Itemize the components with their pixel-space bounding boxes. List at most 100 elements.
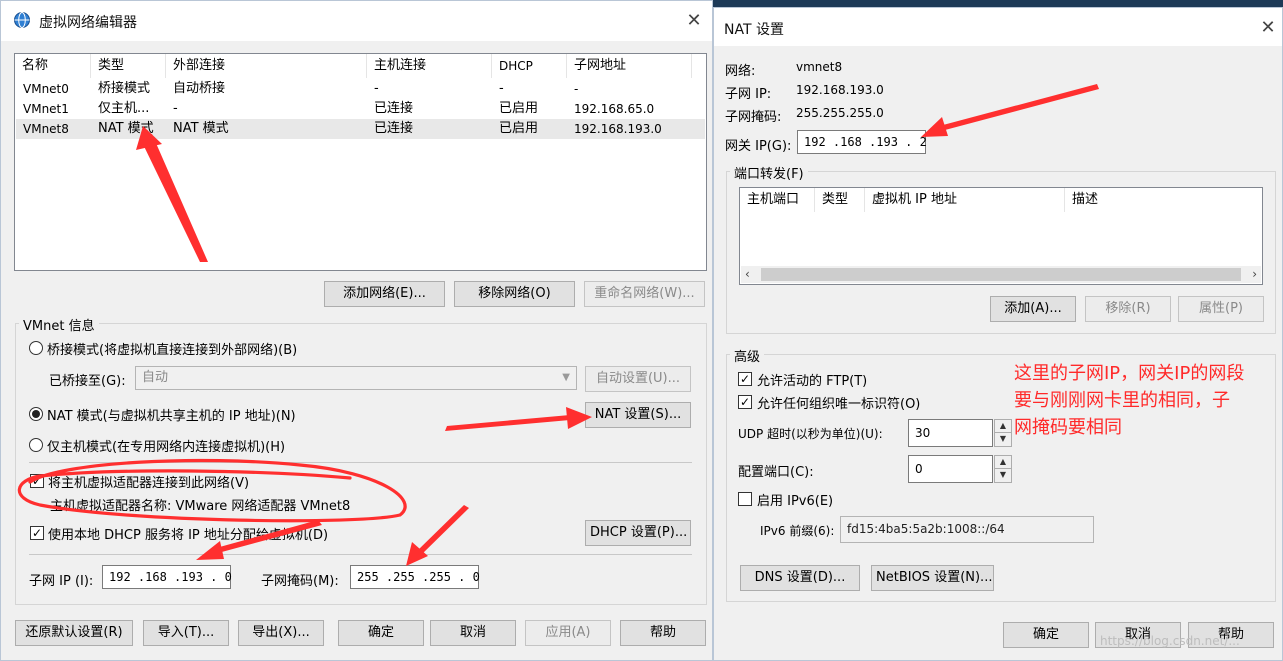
udp-timeout-stepper[interactable]: ▲ ▼ (994, 419, 1012, 447)
port-forward-header: 主机端口 类型 虚拟机 IP 地址 描述 (740, 188, 1262, 214)
stepper-up-icon[interactable]: ▲ (995, 420, 1011, 433)
use-dhcp-label[interactable]: 使用本地 DHCP 服务将 IP 地址分配给虚拟机(D) (48, 524, 328, 543)
allow-org-id-checkbox[interactable]: ✓ (738, 395, 752, 409)
scrollbar-thumb[interactable] (761, 268, 1241, 281)
row-cell: VMnet0 (23, 82, 69, 96)
row-cell: NAT 模式 (98, 121, 154, 136)
column-header-name[interactable]: 名称 (15, 54, 91, 78)
network-globe-icon (14, 12, 30, 28)
annotation-line-1: 这里的子网IP，网关IP的网段 (1014, 363, 1245, 384)
bridge-mode-label[interactable]: 桥接模式(将虚拟机直接连接到外部网络)(B) (47, 339, 297, 358)
divider (29, 554, 692, 555)
connect-adapter-checkbox[interactable]: ✓ (30, 474, 44, 488)
watermark-text: https://blog.csdn.net/... (1100, 634, 1240, 648)
config-port-label: 配置端口(C): (738, 465, 814, 480)
title-bar: 虚拟网络编辑器 ✕ (1, 1, 712, 41)
chevron-down-icon: ▼ (562, 372, 570, 383)
row-cell: - (374, 81, 379, 96)
gateway-ip-label: 网关 IP(G): (725, 139, 792, 154)
connect-adapter-label[interactable]: 将主机虚拟适配器连接到此网络(V) (48, 472, 249, 491)
udp-timeout-field[interactable]: 30 (908, 419, 993, 447)
nat-mode-label[interactable]: NAT 模式(与虚拟机共享主机的 IP 地址)(N) (47, 405, 296, 424)
subnet-mask-field[interactable]: 255 .255 .255 . 0 (350, 565, 480, 589)
bridged-to-value: 自动 (142, 370, 169, 385)
use-dhcp-checkbox[interactable]: ✓ (30, 526, 44, 540)
dhcp-settings-button[interactable]: DHCP 设置(P)... (585, 520, 691, 546)
network-list-header: 名称 类型 外部连接 主机连接 DHCP 子网地址 (15, 54, 706, 80)
nat-mode-radio[interactable] (29, 407, 43, 421)
column-header-host-port[interactable]: 主机端口 (740, 188, 815, 212)
network-list[interactable]: 名称 类型 外部连接 主机连接 DHCP 子网地址 VMnet0 桥接模式 自动… (14, 53, 707, 271)
row-cell: 自动桥接 (173, 81, 226, 96)
column-header-vm-ip[interactable]: 虚拟机 IP 地址 (865, 188, 1065, 212)
ipv6-prefix-field[interactable]: fd15:4ba5:5a2b:1008::/64 (840, 516, 1094, 543)
enable-ipv6-checkbox[interactable] (738, 492, 752, 506)
restore-defaults-button[interactable]: 还原默认设置(R) (15, 620, 133, 646)
close-icon[interactable]: ✕ (684, 11, 704, 31)
udp-timeout-label: UDP 超时(以秒为单位)(U): (738, 427, 883, 441)
subnet-ip-value: 192.168.193.0 (796, 83, 884, 97)
auto-settings-button[interactable]: 自动设置(U)... (585, 366, 691, 392)
properties-button[interactable]: 属性(P) (1178, 296, 1264, 322)
export-button[interactable]: 导出(X)... (238, 620, 324, 646)
table-row-selected[interactable]: VMnet8 NAT 模式 NAT 模式 已连接 已启用 192.168.193… (16, 119, 705, 139)
adapter-name-text: 主机虚拟适配器名称: VMware 网络适配器 VMnet8 (50, 499, 351, 514)
stepper-down-icon[interactable]: ▼ (995, 433, 1011, 446)
row-cell: 192.168.193.0 (574, 122, 662, 136)
allow-ftp-label[interactable]: 允许活动的 FTP(T) (757, 370, 867, 389)
column-header-description[interactable]: 描述 (1065, 188, 1262, 212)
netbios-settings-button[interactable]: NetBIOS 设置(N)... (871, 565, 994, 591)
subnet-ip-field[interactable]: 192 .168 .193 . 0 (102, 565, 232, 589)
column-header-external[interactable]: 外部连接 (166, 54, 367, 78)
column-header-type[interactable]: 类型 (91, 54, 166, 78)
column-header-host[interactable]: 主机连接 (367, 54, 492, 78)
remove-port-button[interactable]: 移除(R) (1085, 296, 1171, 322)
allow-ftp-checkbox[interactable]: ✓ (738, 372, 752, 386)
add-network-button[interactable]: 添加网络(E)... (324, 281, 445, 307)
import-button[interactable]: 导入(T)... (143, 620, 229, 646)
apply-button[interactable]: 应用(A) (525, 620, 611, 646)
chevron-left-icon[interactable]: ‹ (745, 266, 750, 283)
column-header-type[interactable]: 类型 (815, 188, 865, 212)
row-cell: NAT 模式 (173, 121, 229, 136)
horizontal-scrollbar[interactable]: ‹ › (741, 266, 1261, 283)
config-port-field[interactable]: 0 (908, 455, 993, 483)
ok-button[interactable]: 确定 (1003, 622, 1089, 648)
column-header-subnet[interactable]: 子网地址 (567, 54, 692, 78)
ok-button[interactable]: 确定 (338, 620, 424, 646)
dns-settings-button[interactable]: DNS 设置(D)... (740, 565, 860, 591)
network-value: vmnet8 (796, 60, 843, 74)
port-forward-title: 端口转发(F) (730, 163, 808, 182)
port-forward-list[interactable]: 主机端口 类型 虚拟机 IP 地址 描述 ‹ › (739, 187, 1263, 285)
stepper-up-icon[interactable]: ▲ (995, 456, 1011, 469)
bridge-mode-radio[interactable] (29, 341, 43, 355)
vmnet-info-title: VMnet 信息 (19, 315, 99, 334)
add-port-button[interactable]: 添加(A)... (990, 296, 1076, 322)
host-only-radio[interactable] (29, 438, 43, 452)
ipv6-prefix-label: IPv6 前缀(6): (760, 524, 835, 538)
divider (29, 462, 692, 463)
gateway-ip-field[interactable]: 192 .168 .193 . 2 (797, 130, 927, 154)
remove-network-button[interactable]: 移除网络(O) (454, 281, 575, 307)
stepper-down-icon[interactable]: ▼ (995, 469, 1011, 482)
enable-ipv6-label[interactable]: 启用 IPv6(E) (757, 490, 833, 509)
close-icon[interactable]: ✕ (1258, 18, 1278, 38)
allow-org-id-label[interactable]: 允许任何组织唯一标识符(O) (757, 393, 920, 412)
nat-settings-button[interactable]: NAT 设置(S)... (585, 402, 691, 428)
host-only-label[interactable]: 仅主机模式(在专用网络内连接虚拟机)(H) (47, 436, 285, 455)
cancel-button[interactable]: 取消 (430, 620, 516, 646)
table-row[interactable]: VMnet1 仅主机... - 已连接 已启用 192.168.65.0 (16, 99, 705, 119)
row-cell: - (499, 81, 504, 96)
table-row[interactable]: VMnet0 桥接模式 自动桥接 - - - (16, 79, 705, 99)
column-header-dhcp[interactable]: DHCP (492, 54, 567, 78)
help-button[interactable]: 帮助 (620, 620, 706, 646)
virtual-network-editor-window: 虚拟网络编辑器 ✕ 名称 类型 外部连接 主机连接 DHCP 子网地址 VMne… (0, 0, 713, 661)
config-port-stepper[interactable]: ▲ ▼ (994, 455, 1012, 483)
window-title: 虚拟网络编辑器 (39, 15, 137, 31)
chevron-right-icon[interactable]: › (1252, 266, 1257, 283)
bridged-to-select[interactable]: 自动 ▼ (135, 366, 577, 390)
rename-network-button[interactable]: 重命名网络(W)... (584, 281, 705, 307)
subnet-ip-label: 子网 IP (I): (29, 574, 94, 589)
annotation-line-3: 网掩码要相同 (1014, 417, 1122, 438)
advanced-title: 高级 (730, 346, 765, 365)
